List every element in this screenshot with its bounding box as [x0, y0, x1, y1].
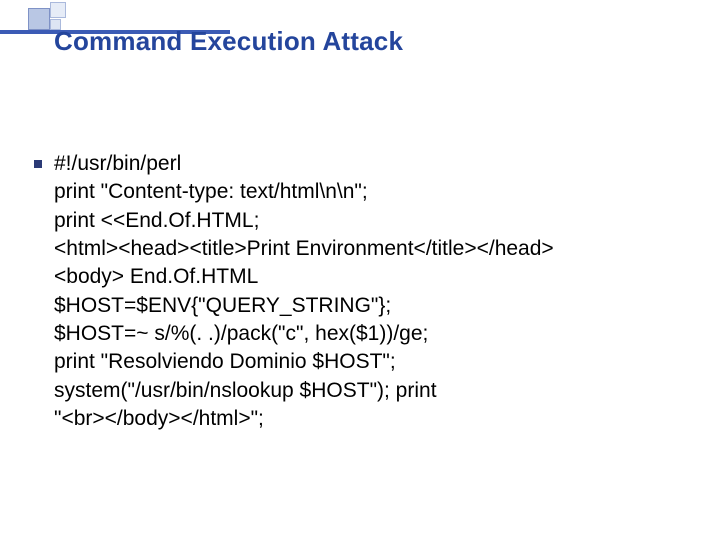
- slide-title: Command Execution Attack: [54, 26, 403, 57]
- slide: Command Execution Attack #!/usr/bin/perl…: [0, 0, 720, 540]
- code-line: system("/usr/bin/nslookup $HOST"); print: [54, 377, 654, 405]
- bullet-icon: [34, 160, 42, 168]
- decor-square: [28, 8, 50, 30]
- code-line: $HOST=$ENV{"QUERY_STRING"};: [54, 292, 654, 320]
- code-line: <html><head><title>Print Environment</ti…: [54, 235, 654, 263]
- code-bullet-row: #!/usr/bin/perl: [54, 150, 654, 178]
- code-line: $HOST=~ s/%(. .)/pack("c", hex($1))/ge;: [54, 320, 654, 348]
- decor-square: [50, 2, 66, 18]
- code-line: "<br></body></html>";: [54, 405, 654, 433]
- code-line: print "Content-type: text/html\n\n";: [54, 178, 654, 206]
- code-block: #!/usr/bin/perl print "Content-type: tex…: [54, 150, 654, 433]
- code-line: <body> End.Of.HTML: [54, 263, 654, 291]
- code-line: print "Resolviendo Dominio $HOST";: [54, 348, 654, 376]
- code-line: #!/usr/bin/perl: [54, 150, 654, 178]
- code-line: print <<End.Of.HTML;: [54, 207, 654, 235]
